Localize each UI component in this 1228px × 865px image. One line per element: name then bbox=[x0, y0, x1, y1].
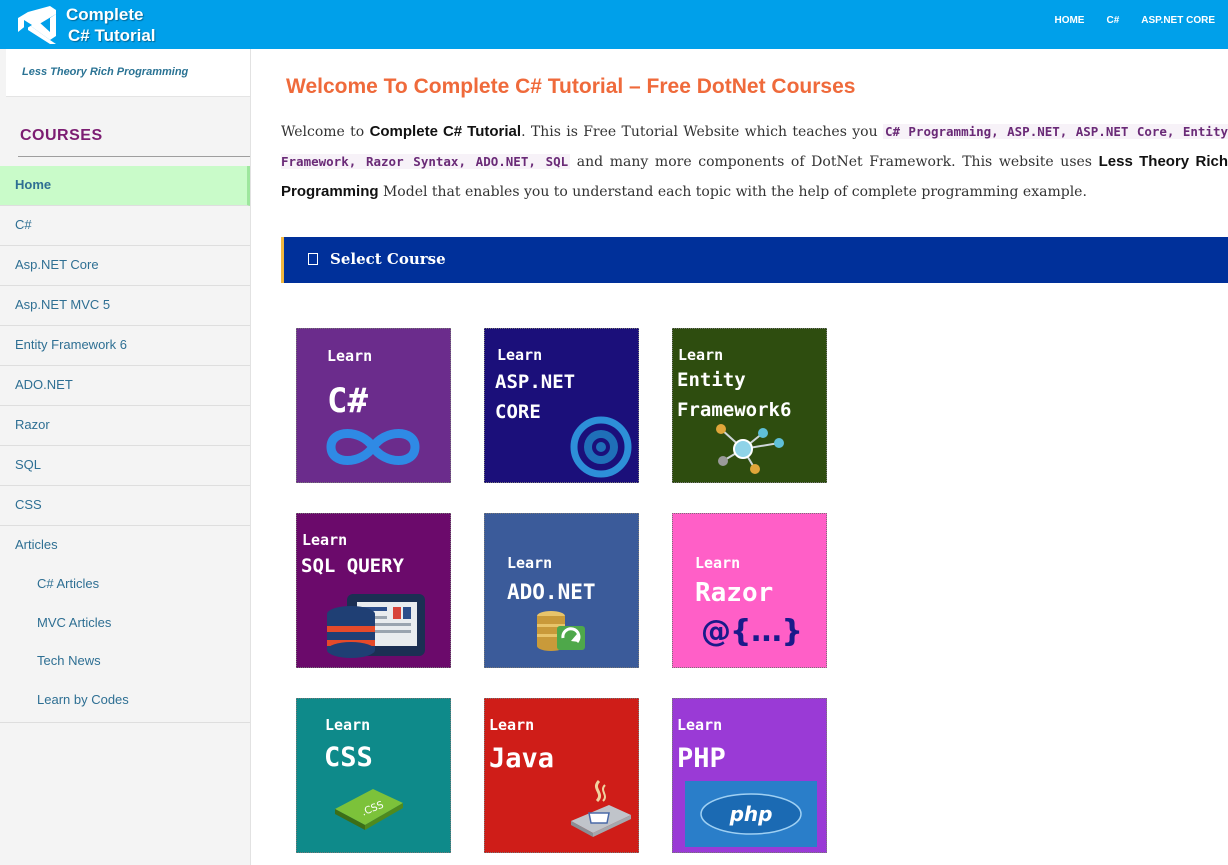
course-tile-aspnet-core[interactable]: Learn ASP.NET CORE bbox=[484, 328, 639, 483]
php-logo-text: php bbox=[729, 802, 773, 826]
network-nodes-icon bbox=[716, 424, 784, 474]
tile-course-name: Razor bbox=[695, 578, 774, 608]
intro-text-4: Model that enables you to understand eac… bbox=[378, 184, 1087, 200]
nav-aspnet-core-link[interactable]: ASP.NET CORE bbox=[1141, 15, 1215, 26]
infinity-icon bbox=[326, 429, 420, 465]
nav-csharp-link[interactable]: C# bbox=[1106, 15, 1119, 26]
sidebar-subitem-csharp-articles[interactable]: C# Articles bbox=[0, 566, 250, 605]
intro-bold-1: Complete C# Tutorial bbox=[369, 123, 522, 140]
sidebar-item-razor[interactable]: Razor bbox=[0, 406, 250, 446]
sidebar-item-adonet[interactable]: ADO.NET bbox=[0, 366, 250, 406]
tile-learn-label: Learn bbox=[489, 716, 535, 734]
courses-heading: COURSES bbox=[20, 127, 103, 144]
sidebar-item-csharp[interactable]: C# bbox=[0, 206, 250, 246]
intro-paragraph: Welcome to Complete C# Tutorial. This is… bbox=[281, 117, 1228, 207]
tile-learn-label: Learn bbox=[302, 531, 348, 549]
tile-learn-label: Learn bbox=[507, 554, 553, 572]
tagline: Less Theory Rich Programming bbox=[22, 66, 189, 78]
site-logo[interactable]: Complete C# Tutorial bbox=[14, 4, 164, 46]
java-cup-icon bbox=[571, 779, 631, 837]
tile-course-name: PHP bbox=[677, 743, 726, 774]
visual-studio-logo-icon bbox=[18, 6, 56, 44]
course-tile-csharp[interactable]: Learn C# bbox=[296, 328, 451, 483]
course-tile-adonet[interactable]: Learn ADO.NET bbox=[484, 513, 639, 668]
sidebar-subitem-mvc-articles[interactable]: MVC Articles bbox=[0, 605, 250, 644]
sidebar-item-aspnet-core[interactable]: Asp.NET Core bbox=[0, 246, 250, 286]
tile-course-name: SQL QUERY bbox=[301, 555, 404, 577]
course-tile-java[interactable]: Learn Java bbox=[484, 698, 639, 853]
course-tile-css[interactable]: Learn CSS .CSS bbox=[296, 698, 451, 853]
tile-course-name: CSS bbox=[324, 742, 373, 773]
php-logo-icon: php bbox=[685, 781, 817, 847]
tile-learn-label: Learn bbox=[325, 716, 371, 734]
tile-course-name: C# bbox=[327, 381, 368, 421]
sidebar-item-aspnet-mvc5[interactable]: Asp.NET MVC 5 bbox=[0, 286, 250, 326]
sidebar-subitem-learn-by-codes[interactable]: Learn by Codes bbox=[0, 682, 250, 721]
intro-text-1: Welcome to bbox=[281, 124, 370, 140]
sidebar-item-articles[interactable]: Articles bbox=[0, 526, 250, 566]
articles-submenu: C# Articles MVC Articles Tech News Learn… bbox=[0, 566, 250, 723]
select-course-icon bbox=[308, 253, 318, 265]
sidebar-item-home[interactable]: Home bbox=[0, 166, 250, 206]
tagline-box: Less Theory Rich Programming bbox=[6, 49, 250, 97]
tile-learn-label: Learn bbox=[678, 346, 724, 364]
course-tile-sql[interactable]: Learn SQL QUERY bbox=[296, 513, 451, 668]
razor-syntax-icon: @{...} bbox=[701, 614, 803, 649]
tile-learn-label: Learn bbox=[497, 346, 543, 364]
intro-text-3: and many more components of DotNet Frame… bbox=[570, 154, 1099, 170]
sidebar-item-css[interactable]: CSS bbox=[0, 486, 250, 526]
page-title: Welcome To Complete C# Tutorial – Free D… bbox=[286, 75, 856, 98]
tile-course-name: Java bbox=[489, 743, 555, 774]
tile-course-name: Entity Framework6 bbox=[677, 369, 792, 421]
intro-text-2: . This is Free Tutorial Website which te… bbox=[521, 124, 883, 140]
tile-learn-label: Learn bbox=[695, 554, 741, 572]
course-tile-entity-framework[interactable]: Learn Entity Framework6 bbox=[672, 328, 827, 483]
logo-line2: C# Tutorial bbox=[68, 26, 156, 45]
tile-learn-label: Learn bbox=[677, 716, 723, 734]
gear-ring-icon bbox=[570, 416, 632, 478]
top-navbar: Complete C# Tutorial HOME C# ASP.NET COR… bbox=[0, 0, 1228, 49]
main-content: Welcome To Complete C# Tutorial – Free D… bbox=[251, 49, 1228, 865]
courses-divider bbox=[18, 156, 250, 157]
sidebar: Less Theory Rich Programming COURSES Hom… bbox=[0, 49, 251, 865]
tile-learn-label: Learn bbox=[327, 347, 373, 365]
db-refresh-icon bbox=[537, 611, 585, 651]
logo-line1: Complete bbox=[66, 5, 144, 24]
sidebar-item-sql[interactable]: SQL bbox=[0, 446, 250, 486]
top-nav: HOME C# ASP.NET CORE bbox=[1032, 15, 1215, 26]
logo-text: Complete C# Tutorial bbox=[66, 4, 156, 46]
tile-course-name: ASP.NET CORE bbox=[495, 371, 576, 423]
css-chip-icon: .CSS bbox=[335, 789, 403, 830]
course-tile-razor[interactable]: Learn Razor @{...} bbox=[672, 513, 827, 668]
sidebar-item-entity-framework[interactable]: Entity Framework 6 bbox=[0, 326, 250, 366]
database-icon bbox=[327, 594, 425, 658]
sidebar-subitem-tech-news[interactable]: Tech News bbox=[0, 643, 250, 682]
course-tile-php[interactable]: Learn PHP php bbox=[672, 698, 827, 853]
select-course-bar: Select Course bbox=[281, 237, 1228, 283]
select-course-label: Select Course bbox=[330, 250, 446, 268]
nav-home-link[interactable]: HOME bbox=[1054, 15, 1084, 26]
course-menu: Home C# Asp.NET Core Asp.NET MVC 5 Entit… bbox=[0, 166, 250, 723]
tile-course-name: ADO.NET bbox=[507, 580, 596, 604]
